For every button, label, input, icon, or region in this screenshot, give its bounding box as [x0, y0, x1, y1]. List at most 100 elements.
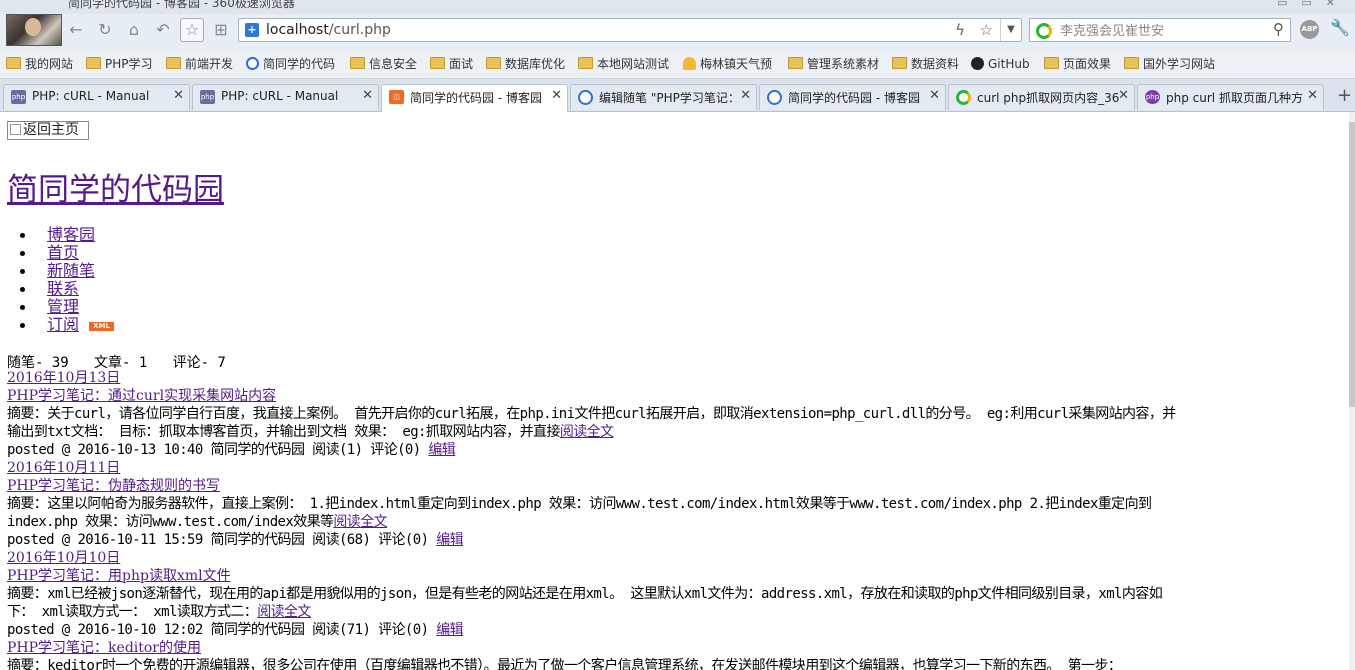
- user-avatar[interactable]: [6, 14, 62, 46]
- browser-tab[interactable]: 编辑随笔 "PHP学习笔记： ✕: [570, 84, 757, 110]
- nav-link-admin[interactable]: 管理: [19, 298, 114, 316]
- post-summary: 摘要：这里以阿帕奇为服务器软件，直接上案例： 1.把index.html重定向到…: [7, 496, 1152, 530]
- close-icon[interactable]: ✕: [929, 88, 940, 103]
- nav-link-contact[interactable]: 联系: [19, 280, 114, 298]
- close-icon[interactable]: ✕: [740, 88, 751, 103]
- address-bar[interactable]: + localhost/curl.php ϟ ☆ ▼: [238, 18, 1022, 42]
- browser-tab[interactable]: 简同学的代码园 - 博客园 ✕: [759, 84, 946, 110]
- nav-link-cnblogs[interactable]: 博客园: [19, 226, 114, 244]
- post-date-link[interactable]: 2016年10月10日: [7, 550, 120, 566]
- bookmark-item[interactable]: 国外学习网站: [1124, 55, 1215, 73]
- browser-tab-active[interactable]: ◫ 简同学的代码园 - 博客园 ✕: [381, 84, 568, 112]
- close-icon[interactable]: ✕: [1307, 88, 1318, 103]
- adblock-icon[interactable]: ABP: [1300, 20, 1319, 39]
- post-title-link[interactable]: PHP学习笔记：用php读取xml文件: [7, 568, 231, 584]
- post-title-link[interactable]: PHP学习笔记：伪静态规则的书写: [7, 478, 220, 494]
- php-icon: php: [200, 90, 215, 104]
- browser-tab[interactable]: php php curl 抓取页面几种方 ✕: [1137, 84, 1324, 110]
- read-more-link[interactable]: 阅读全文: [333, 514, 387, 530]
- bookmark-item[interactable]: 梅林镇天气预: [683, 55, 772, 73]
- cnblogs-icon: [246, 57, 259, 70]
- address-url[interactable]: localhost/curl.php: [266, 22, 391, 38]
- search-box[interactable]: ⚲: [1029, 18, 1291, 42]
- cnblogs-icon: [767, 90, 782, 105]
- bookmark-item[interactable]: GitHub: [971, 55, 1030, 73]
- browser-tab[interactable]: php PHP: cURL - Manual ✕: [192, 84, 379, 110]
- search-input[interactable]: [1058, 21, 1262, 41]
- post-date-link[interactable]: 2016年10月13日: [7, 370, 120, 386]
- bookmark-item[interactable]: 面试: [430, 55, 473, 73]
- undo-close-icon[interactable]: ↶: [153, 20, 173, 40]
- post-title-link[interactable]: PHP学习笔记：keditor的使用: [7, 640, 201, 656]
- xml-feed-icon[interactable]: XML: [89, 322, 115, 331]
- bookmark-item[interactable]: 简同学的代码: [246, 55, 335, 73]
- back-icon[interactable]: ←: [66, 20, 86, 40]
- bookmark-item[interactable]: 我的网站: [6, 55, 73, 73]
- post-list: 2016年10月13日 PHP学习笔记：通过curl实现采集网站内容 摘要：关于…: [7, 369, 1343, 670]
- search-icon[interactable]: ⚲: [1273, 20, 1284, 38]
- bookmark-item[interactable]: 前端开发: [166, 55, 233, 73]
- edit-link[interactable]: 编辑: [436, 532, 463, 548]
- folder-icon: [86, 57, 101, 69]
- post-summary: 摘要：关于curl，请各位同学自行百度，我直接上案例。 首先开启你的curl拓展…: [7, 406, 1176, 440]
- home-icon[interactable]: ⌂: [124, 20, 144, 40]
- folder-icon: [1124, 57, 1139, 69]
- bookmark-item[interactable]: 数据库优化: [486, 55, 565, 73]
- new-tab-button[interactable]: +: [1334, 84, 1355, 110]
- page-favicon-icon: +: [245, 23, 259, 37]
- lightning-mode-icon[interactable]: ϟ: [955, 21, 965, 39]
- weather-icon: [683, 57, 696, 70]
- bookmark-star-icon[interactable]: ☆: [980, 21, 993, 39]
- post-date-link[interactable]: 2016年10月11日: [7, 460, 120, 476]
- url-path: /curl.php: [328, 22, 391, 38]
- post-meta: posted @ 2016-10-11 15:59 简同学的代码园 阅读(68)…: [7, 532, 464, 548]
- nav-link-new-post[interactable]: 新随笔: [19, 262, 114, 280]
- tab-strip: php PHP: cURL - Manual ✕ php PHP: cURL -…: [0, 79, 1355, 112]
- nav-link-home[interactable]: 首页: [19, 244, 114, 262]
- php-icon: php: [11, 90, 26, 104]
- page-content: 返回主页 简同学的代码园 博客园 首页 新随笔 联系 管理 订阅 XML 随笔- …: [0, 112, 1349, 670]
- site-nav: 博客园 首页 新随笔 联系 管理 订阅 XML: [19, 226, 115, 334]
- bookmark-item[interactable]: 本地网站测试: [578, 55, 669, 73]
- nav-link-subscribe[interactable]: 订阅 XML: [19, 316, 115, 334]
- read-more-link[interactable]: 阅读全文: [560, 424, 614, 440]
- bookmark-item[interactable]: 数据资料: [892, 55, 959, 73]
- scrollbar-thumb[interactable]: [1349, 122, 1355, 407]
- edit-link[interactable]: 编辑: [436, 622, 463, 638]
- favorite-star-icon[interactable]: ☆: [180, 18, 204, 42]
- folder-icon: [350, 57, 365, 69]
- close-icon[interactable]: ✕: [362, 88, 373, 103]
- bookmark-item[interactable]: PHP学习: [86, 55, 153, 73]
- bookmark-item[interactable]: 信息安全: [350, 55, 417, 73]
- apps-grid-icon[interactable]: ⊞: [211, 20, 231, 40]
- close-icon[interactable]: ✕: [173, 88, 184, 103]
- page-scrollbar[interactable]: [1349, 112, 1355, 670]
- wrench-menu-icon[interactable]: 🔧: [1330, 18, 1350, 37]
- browser-tab[interactable]: curl php抓取网页内容_36 ✕: [948, 84, 1135, 110]
- bookmarks-bar: 我的网站 PHP学习 前端开发 简同学的代码 信息安全 面试 数据库优化 本地网…: [0, 50, 1355, 79]
- site-title-link[interactable]: 简同学的代码园: [7, 164, 224, 209]
- refresh-icon[interactable]: ↻: [95, 20, 115, 40]
- bookmark-item[interactable]: 管理系统素材: [788, 55, 879, 73]
- navigation-bar: ← ↻ ⌂ ↶ ☆ ⊞ + localhost/curl.php ϟ ☆ ▼ ⚲…: [0, 14, 1355, 50]
- post-title-link[interactable]: PHP学习笔记：通过curl实现采集网站内容: [7, 388, 276, 404]
- post-meta: posted @ 2016-10-13 10:40 简同学的代码园 阅读(1) …: [7, 442, 456, 458]
- window-controls[interactable]: ▭▭✕: [1277, 0, 1349, 9]
- close-icon[interactable]: ✕: [551, 88, 562, 103]
- bookmark-item[interactable]: 页面效果: [1044, 55, 1111, 73]
- folder-icon: [1044, 57, 1059, 69]
- read-more-link[interactable]: 阅读全文: [257, 604, 311, 620]
- folder-icon: [892, 57, 907, 69]
- edit-link[interactable]: 编辑: [428, 442, 455, 458]
- window-title: 简同学的代码园 - 博客园 - 360极速浏览器: [68, 0, 295, 10]
- post-meta: posted @ 2016-10-10 12:02 简同学的代码园 阅读(71)…: [7, 622, 464, 638]
- folder-icon: [166, 57, 181, 69]
- cnblogs-orange-icon: ◫: [389, 90, 404, 104]
- post-summary: 摘要：xml已经被json逐渐替代，现在用的api都是用貌似用的json，但是有…: [7, 586, 1163, 620]
- close-icon[interactable]: ✕: [1118, 88, 1129, 103]
- browser-tab[interactable]: php PHP: cURL - Manual ✕: [3, 84, 190, 110]
- github-icon: [971, 57, 984, 70]
- address-dropdown-icon[interactable]: ▼: [1000, 19, 1021, 41]
- post-summary: 摘要：keditor时一个免费的开源编辑器，很多公司在使用（百度编辑器也不错）。…: [7, 658, 1122, 670]
- home-image-link[interactable]: 返回主页: [7, 121, 89, 140]
